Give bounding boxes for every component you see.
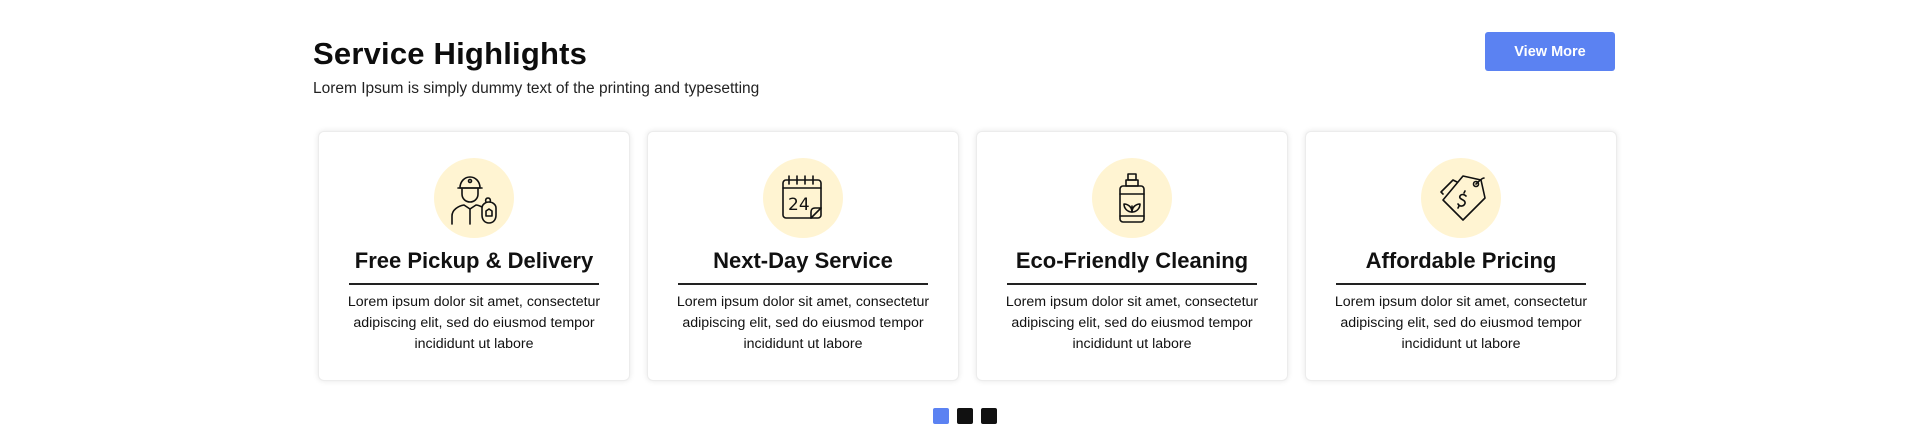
card-title: Affordable Pricing [1365,248,1557,273]
service-card-next-day: 24 Next-Day Service Lorem ipsum dolor si… [647,131,959,381]
service-card-eco-friendly: Eco-Friendly Cleaning Lorem ipsum dolor … [976,131,1288,381]
card-divider [1336,283,1586,285]
view-more-button[interactable]: View More [1485,32,1615,71]
calendar-24-icon: 24 [763,158,843,238]
card-title: Eco-Friendly Cleaning [1015,248,1249,273]
carousel-dot-3[interactable] [981,408,997,424]
price-tag-icon [1421,158,1501,238]
service-highlights-section: Service Highlights Lorem Ipsum is simply… [0,0,1919,444]
service-card-pickup-delivery: Free Pickup & Delivery Lorem ipsum dolor… [318,131,630,381]
delivery-person-icon [434,158,514,238]
card-divider [678,283,928,285]
card-title: Next-Day Service [713,248,893,273]
card-description: Lorem ipsum dolor sit amet, consectetur … [1334,294,1588,352]
service-card-affordable-pricing: Affordable Pricing Lorem ipsum dolor sit… [1305,131,1617,381]
card-divider [349,283,599,285]
card-description: Lorem ipsum dolor sit amet, consectetur … [347,294,601,352]
carousel-dot-1[interactable] [933,408,949,424]
section-title: Service Highlights [313,36,588,71]
carousel-pagination [933,408,997,424]
card-divider [1007,283,1257,285]
section-subtitle: Lorem Ipsum is simply dummy text of the … [313,80,760,97]
card-title: Free Pickup & Delivery [354,248,594,273]
svg-text:24: 24 [788,195,810,215]
card-description: Lorem ipsum dolor sit amet, consectetur … [676,294,930,352]
card-description: Lorem ipsum dolor sit amet, consectetur … [1005,294,1259,352]
eco-bottle-icon [1092,158,1172,238]
carousel-dot-2[interactable] [957,408,973,424]
